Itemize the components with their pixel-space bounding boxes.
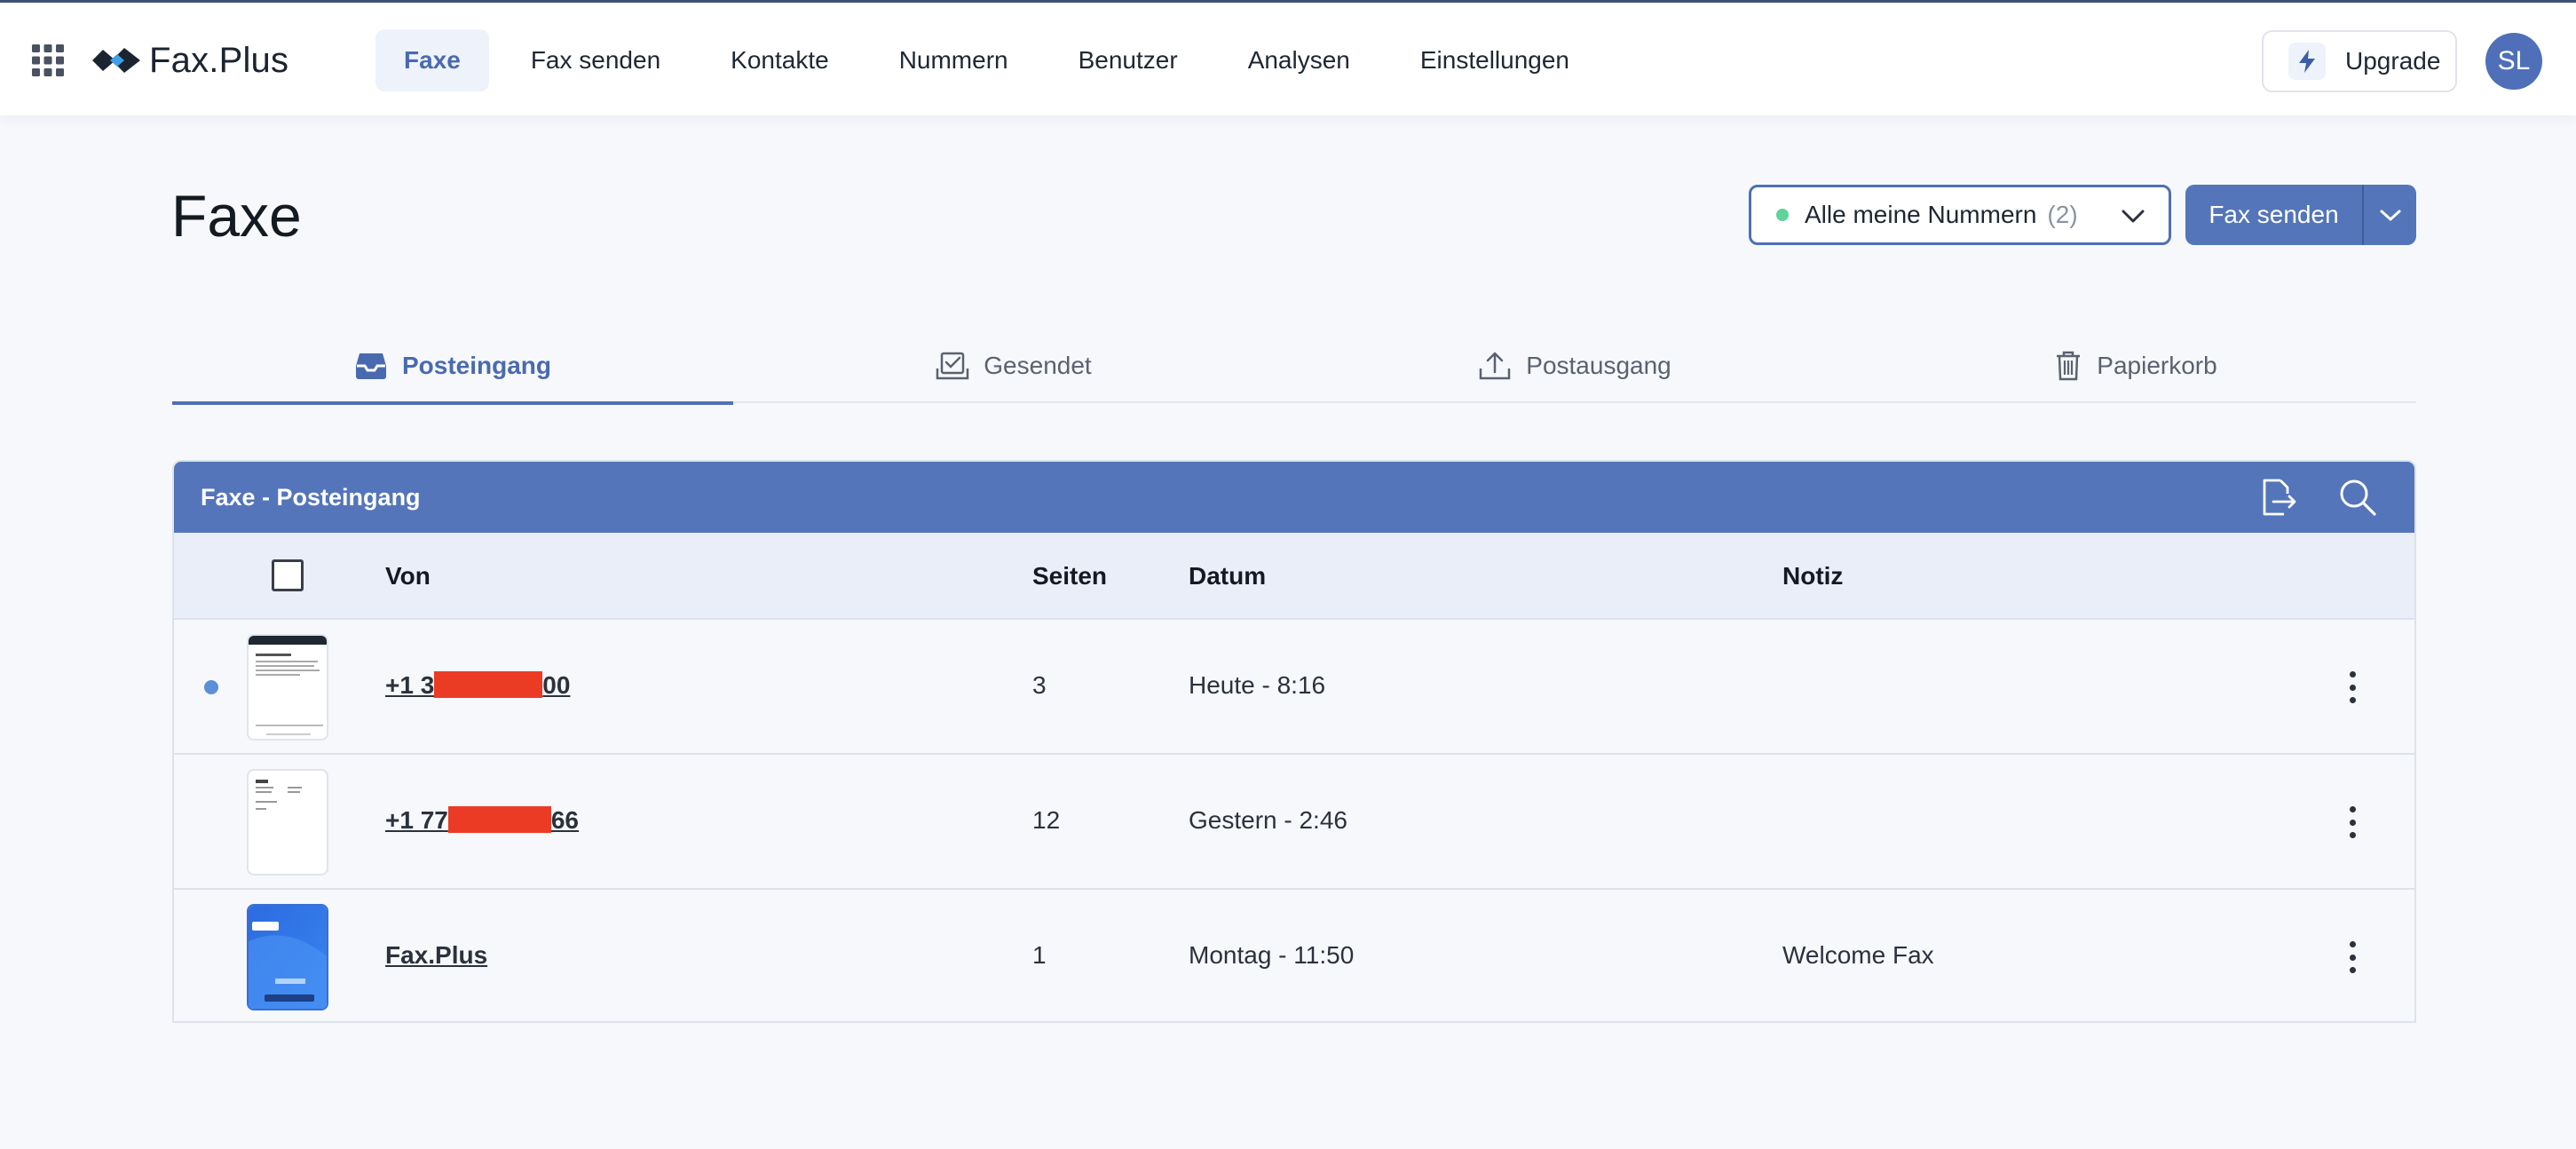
row-more-options-button[interactable] <box>2335 668 2370 707</box>
select-all-checkbox[interactable] <box>272 559 304 591</box>
fax-thumbnail[interactable] <box>247 904 328 1010</box>
nav-item-fax-senden[interactable]: Fax senden <box>502 29 689 91</box>
top-bar: Fax.Plus Faxe Fax senden Kontakte Nummer… <box>0 0 2576 115</box>
fax-inbox-table: Faxe - Posteingang Von Seiten Datum Noti… <box>172 460 2416 1023</box>
unread-indicator <box>204 680 218 694</box>
tab-label: Papierkorb <box>2097 352 2217 379</box>
more-dot <box>2349 684 2356 691</box>
send-fax-options-button[interactable] <box>2362 185 2416 245</box>
tab-postausgang[interactable]: Postausgang <box>1294 329 1855 403</box>
upgrade-button[interactable]: Upgrade <box>2262 30 2457 92</box>
tab-posteingang[interactable]: Posteingang <box>172 329 733 405</box>
more-dot <box>2349 832 2356 838</box>
fax-date: Heute - 8:16 <box>1189 671 1326 699</box>
tab-label: Postausgang <box>1526 352 1671 379</box>
more-dot <box>2349 954 2356 961</box>
tab-gesendet[interactable]: Gesendet <box>733 329 1294 403</box>
nav-item-benutzer[interactable]: Benutzer <box>1050 29 1206 91</box>
fax-pages: 12 <box>1032 806 1061 834</box>
number-select-label: Alle meine Nummern <box>1805 201 2037 228</box>
nav-item-faxe[interactable]: Faxe <box>375 29 489 91</box>
sender-prefix: +1 3 <box>385 671 435 699</box>
more-dot <box>2349 819 2356 826</box>
column-header-date[interactable]: Datum <box>1189 562 1266 590</box>
table-header-bar: Faxe - Posteingang <box>174 462 2414 533</box>
nav-item-analysen[interactable]: Analysen <box>1220 29 1379 91</box>
more-dot <box>2349 697 2356 703</box>
column-header-note[interactable]: Notiz <box>1782 562 1843 590</box>
column-header-pages[interactable]: Seiten <box>1032 562 1107 590</box>
row-more-options-button[interactable] <box>2335 803 2370 842</box>
upload-icon <box>1480 352 1511 380</box>
fax-date: Montag - 11:50 <box>1189 941 1355 969</box>
document-thumbnail-icon <box>249 636 327 735</box>
number-select-count: (2) <box>2047 201 2078 228</box>
sent-check-icon <box>936 352 969 380</box>
tab-papierkorb[interactable]: Papierkorb <box>1855 329 2416 403</box>
nav-item-kontakte[interactable]: Kontakte <box>702 29 857 91</box>
search-button[interactable] <box>2336 476 2379 519</box>
upgrade-icon-box <box>2288 43 2326 80</box>
send-fax-button[interactable]: Fax senden <box>2185 185 2362 245</box>
search-icon <box>2340 479 2376 516</box>
column-header-from[interactable]: Von <box>385 562 431 590</box>
fax-thumbnail[interactable] <box>247 634 328 741</box>
tab-label: Posteingang <box>401 352 551 379</box>
nav-item-einstellungen[interactable]: Einstellungen <box>1392 29 1598 91</box>
main-nav: Faxe Fax senden Kontakte Nummern Benutze… <box>375 29 1611 91</box>
export-button[interactable] <box>2256 476 2299 519</box>
redaction-mark <box>434 671 543 698</box>
logo-text: Fax.Plus <box>149 40 289 80</box>
more-dot <box>2349 967 2356 973</box>
sender-suffix: 66 <box>550 806 580 834</box>
number-select-dropdown[interactable]: Alle meine Nummern (2) <box>1749 185 2171 245</box>
row-more-options-button[interactable] <box>2335 938 2370 977</box>
welcome-fax-thumbnail-icon <box>249 906 327 1009</box>
tab-label: Gesendet <box>984 352 1092 379</box>
inbox-icon <box>355 353 386 379</box>
fax-sender-link[interactable]: +1 3 00 <box>385 671 570 700</box>
fax-pages: 1 <box>1032 941 1047 969</box>
send-fax-button-group: Fax senden <box>2185 185 2416 245</box>
more-dot <box>2349 671 2356 678</box>
table-row[interactable]: +1 3 00 3 Heute - 8:16 <box>174 620 2414 755</box>
lightning-bolt-icon <box>2299 50 2315 73</box>
export-file-icon <box>2263 479 2296 516</box>
fax-sender-link[interactable]: Fax.Plus <box>385 941 487 970</box>
sender-prefix: +1 77 <box>385 806 448 834</box>
upgrade-label: Upgrade <box>2345 47 2441 75</box>
chevron-down-icon <box>2122 210 2145 223</box>
more-dot <box>2349 806 2356 812</box>
nav-item-nummern[interactable]: Nummern <box>871 29 1037 91</box>
app-logo[interactable]: Fax.Plus <box>91 36 288 84</box>
status-dot <box>1776 209 1789 221</box>
apps-grid-icon[interactable] <box>32 44 64 76</box>
fax-plus-logo-icon <box>92 48 140 73</box>
trash-icon <box>2057 351 2081 381</box>
user-avatar[interactable]: SL <box>2485 33 2542 90</box>
more-dot <box>2349 941 2356 947</box>
fax-thumbnail[interactable] <box>247 769 328 876</box>
fax-date: Gestern - 2:46 <box>1189 806 1347 834</box>
sender-prefix: Fax.Plus <box>385 941 488 969</box>
fax-tabs: Posteingang Gesendet Postausgang Papierk… <box>172 329 2416 405</box>
table-title: Faxe - Posteingang <box>201 483 421 511</box>
sender-suffix: 00 <box>542 671 571 699</box>
page-title: Faxe <box>171 183 302 249</box>
fax-note: Welcome Fax <box>1782 941 1934 969</box>
letter-thumbnail-icon <box>256 780 302 810</box>
fax-pages: 3 <box>1032 671 1047 699</box>
fax-sender-link[interactable]: +1 77 66 <box>385 806 579 835</box>
table-column-headers: Von Seiten Datum Notiz <box>174 533 2414 620</box>
table-row[interactable]: +1 77 66 12 Gestern - 2:46 <box>174 755 2414 890</box>
chevron-down-icon <box>2380 210 2400 221</box>
table-row[interactable]: Fax.Plus 1 Montag - 11:50 Welcome Fax <box>174 890 2414 1021</box>
redaction-mark <box>447 806 551 833</box>
